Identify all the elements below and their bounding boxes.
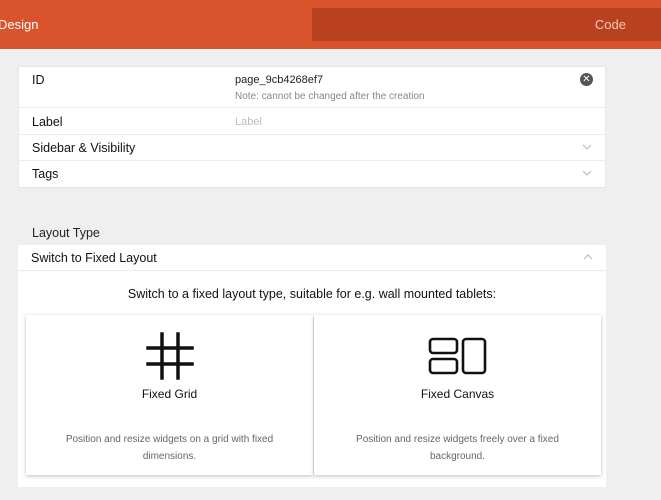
canvas-icon <box>428 337 486 375</box>
clear-icon[interactable]: ✕ <box>580 73 593 86</box>
tab-design[interactable]: Design <box>0 0 312 49</box>
chevron-down-icon <box>582 170 592 176</box>
fixed-grid-title: Fixed Grid <box>141 387 198 401</box>
label-row: Label <box>19 108 605 135</box>
id-value[interactable]: page_9cb4268ef7 <box>235 74 323 86</box>
label-input[interactable] <box>235 113 575 131</box>
chevron-up-icon <box>583 254 593 260</box>
tab-design-label: Design <box>0 17 39 32</box>
layout-description: Switch to a fixed layout type, suitable … <box>127 287 497 301</box>
layout-type-card: Switch to Fixed Layout Switch to a fixed… <box>18 245 606 487</box>
tab-code-label: Code <box>594 17 626 32</box>
id-row: ID page_9cb4268ef7 Note: cannot be chang… <box>19 67 605 108</box>
sidebar-visibility-label: Sidebar & Visibility <box>32 141 136 155</box>
chevron-down-icon <box>582 144 592 150</box>
tags-row[interactable]: Tags <box>19 161 605 187</box>
fixed-grid-option[interactable]: Fixed Grid Position and resize widgets o… <box>26 315 313 475</box>
fixed-canvas-option[interactable]: Fixed Canvas Position and resize widgets… <box>314 315 601 475</box>
fixed-canvas-text: Position and resize widgets freely over … <box>356 434 559 462</box>
tab-bar: Design Code <box>0 0 661 49</box>
switch-fixed-layout-header[interactable]: Switch to Fixed Layout <box>18 245 606 271</box>
grid-icon <box>145 332 194 380</box>
sidebar-visibility-row[interactable]: Sidebar & Visibility <box>19 135 605 161</box>
fixed-grid-text: Position and resize widgets on a grid wi… <box>65 434 274 462</box>
id-note: Note: cannot be changed after the creati… <box>235 91 425 102</box>
id-label: ID <box>32 73 45 87</box>
page-properties-card: ID page_9cb4268ef7 Note: cannot be chang… <box>18 66 606 188</box>
fixed-canvas-title: Fixed Canvas <box>420 387 495 401</box>
layout-type-title: Layout Type <box>32 226 100 240</box>
label-field-label: Label <box>32 115 63 129</box>
tab-code[interactable]: Code <box>312 8 661 41</box>
switch-fixed-layout-label: Switch to Fixed Layout <box>31 251 157 265</box>
tags-label: Tags <box>32 167 59 181</box>
